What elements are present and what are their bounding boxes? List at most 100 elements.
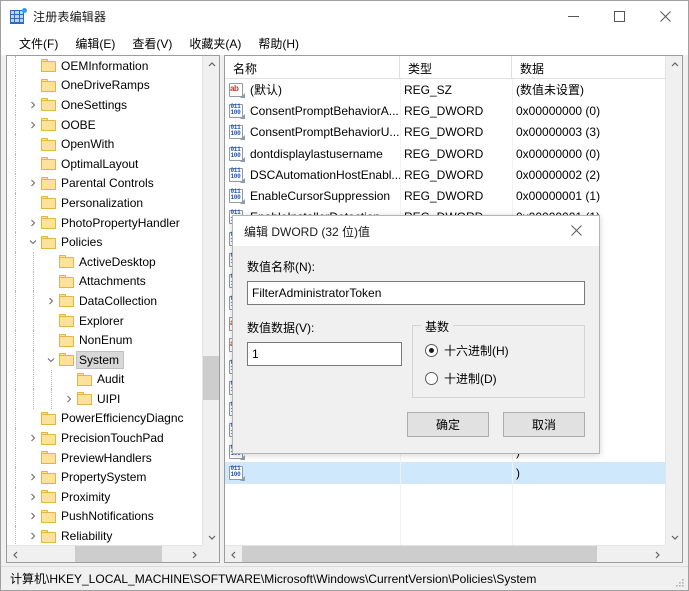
maximize-button[interactable] (596, 1, 642, 32)
menu-view[interactable]: 查看(V) (124, 32, 181, 55)
tree-item-proximity[interactable]: Proximity (7, 487, 202, 507)
list-scroll-left-icon[interactable] (225, 546, 242, 562)
column-header-name[interactable]: 名称 (225, 56, 400, 79)
tree-item-optimallayout[interactable]: OptimalLayout (7, 153, 202, 174)
chevron-right-icon[interactable] (61, 391, 77, 407)
chevron-right-icon[interactable] (43, 293, 59, 309)
tree-item-datacollection[interactable]: DataCollection (7, 291, 202, 311)
tree-item-openwith[interactable]: OpenWith (7, 134, 202, 154)
menu-file[interactable]: 文件(F) (11, 32, 67, 55)
tree-hscroll-thumb[interactable] (75, 546, 162, 562)
table-row[interactable]: 011 100 ConsentPromptBehaviorA... REG_DWORD… (225, 100, 666, 121)
dialog-close-icon[interactable] (554, 216, 599, 245)
radio-decimal[interactable]: 十进制(D) (425, 370, 574, 387)
table-row[interactable]: 011100) (225, 462, 666, 484)
tree-item-onesettings[interactable]: OneSettings (7, 95, 202, 115)
list-vertical-scrollbar[interactable] (665, 56, 682, 545)
tree-item-uipi[interactable]: UIPI (7, 389, 202, 409)
column-header-data[interactable]: 数据 (512, 56, 666, 79)
value-name-cell: EnableCursorSuppression (250, 189, 391, 204)
tree-item-system[interactable]: System (7, 349, 202, 370)
chevron-right-icon[interactable] (25, 175, 41, 191)
tree-item-personalization[interactable]: Personalization (7, 193, 202, 213)
resize-grip-icon[interactable] (673, 576, 685, 588)
list-horizontal-scrollbar[interactable] (225, 545, 665, 562)
cancel-button[interactable]: 取消 (503, 412, 585, 437)
tree-scroll-up-icon[interactable] (203, 56, 219, 73)
menu-edit[interactable]: 编辑(E) (67, 32, 124, 55)
chevron-right-icon[interactable] (25, 469, 41, 485)
list-column-headers: 名称 类型 数据 (225, 56, 666, 79)
table-row[interactable]: 011 100 dontdisplaylastusername REG_DWORD 0x… (225, 143, 666, 164)
tree-item-previewhandlers[interactable]: PreviewHandlers (7, 447, 202, 468)
registry-tree[interactable]: OEMInformation OneDriveRamps OneSettings OO… (7, 56, 202, 545)
chevron-right-icon[interactable] (25, 430, 41, 446)
menu-help[interactable]: 帮助(H) (250, 32, 308, 55)
tree-item-oobe[interactable]: OOBE (7, 114, 202, 135)
table-row[interactable]: ab (默认) REG_SZ (数值未设置) (225, 79, 666, 100)
tree-item-parental-controls[interactable]: Parental Controls (7, 173, 202, 194)
tree-item-label: Parental Controls (61, 176, 154, 191)
tree-vertical-scrollbar[interactable] (202, 56, 219, 545)
window-title: 注册表编辑器 (33, 10, 107, 24)
folder-icon (41, 509, 56, 523)
value-data-label: 数值数据(V): (247, 321, 315, 335)
tree-scroll-thumb[interactable] (203, 356, 219, 400)
radio-hexadecimal-icon[interactable] (425, 344, 438, 357)
tree-item-explorer[interactable]: Explorer (7, 310, 202, 331)
minimize-button[interactable] (550, 1, 596, 32)
radio-decimal-icon[interactable] (425, 372, 438, 385)
tree-item-label: PowerEfficiencyDiagnc (61, 411, 184, 426)
dword-value-icon: 011100 (229, 124, 245, 141)
tree-scroll-right-icon[interactable] (185, 546, 202, 562)
menu-favorites[interactable]: 收藏夹(A) (181, 32, 250, 55)
tree-item-pushnotifications[interactable]: PushNotifications (7, 506, 202, 527)
folder-icon (41, 118, 56, 132)
folder-icon (41, 157, 56, 171)
tree-scroll-down-icon[interactable] (203, 528, 219, 545)
tree-item-audit[interactable]: Audit (7, 369, 202, 390)
tree-item-onedriveramps[interactable]: OneDriveRamps (7, 75, 202, 96)
dialog-body: 数值名称(N): FilterAdministratorToken 数值数据(V… (233, 246, 599, 398)
column-header-type[interactable]: 类型 (400, 56, 512, 79)
tree-scroll-left-icon[interactable] (7, 546, 24, 562)
tree-item-photopropertyhandler[interactable]: PhotoPropertyHandler (7, 212, 202, 233)
tree-item-propertysystem[interactable]: PropertySystem (7, 467, 202, 488)
tree-item-attachments[interactable]: Attachments (7, 271, 202, 292)
chevron-right-icon[interactable] (25, 97, 41, 113)
base-group: 基数 十六进制(H) 十进制(D) (412, 318, 585, 398)
chevron-right-icon[interactable] (25, 508, 41, 524)
tree-item-precisiontouchpad[interactable]: PrecisionTouchPad (7, 428, 202, 448)
tree-horizontal-scrollbar[interactable] (7, 545, 202, 562)
list-scroll-right-icon[interactable] (648, 546, 665, 562)
ok-button[interactable]: 确定 (407, 412, 489, 437)
list-scroll-down-icon[interactable] (666, 528, 682, 545)
chevron-right-icon[interactable] (25, 489, 41, 505)
radio-hexadecimal[interactable]: 十六进制(H) (425, 342, 574, 359)
list-hscroll-thumb[interactable] (242, 546, 597, 562)
folder-icon (59, 333, 74, 347)
chevron-down-icon[interactable] (43, 352, 59, 368)
table-row[interactable]: 011 100 DSCAutomationHostEnabl... REG_DWORD… (225, 164, 666, 185)
table-row[interactable]: 011 100 ConsentPromptBehaviorU... REG_DWORD… (225, 122, 666, 143)
tree-item-powerefficiencydiagnc[interactable]: PowerEfficiencyDiagnc (7, 408, 202, 429)
value-data-input[interactable]: 1 (247, 342, 402, 366)
value-type-cell: REG_DWORD (404, 125, 484, 140)
table-row[interactable]: 011 100 EnableCursorSuppression REG_DWORD 0x… (225, 185, 666, 206)
chevron-down-icon[interactable] (25, 234, 41, 250)
tree-item-reliability[interactable]: Reliability (7, 526, 202, 545)
value-name-cell: (默认) (250, 83, 282, 98)
list-scroll-up-icon[interactable] (666, 56, 682, 73)
chevron-right-icon[interactable] (25, 117, 41, 133)
chevron-right-icon[interactable] (25, 215, 41, 231)
tree-item-nonenum[interactable]: NonEnum (7, 330, 202, 350)
tree-item-oeminformation[interactable]: OEMInformation (7, 56, 202, 76)
tree-item-label: Explorer (79, 313, 124, 328)
tree-item-policies[interactable]: Policies (7, 232, 202, 252)
tree-item-activedesktop[interactable]: ActiveDesktop (7, 251, 202, 272)
close-button[interactable] (642, 1, 688, 32)
value-name-input[interactable]: FilterAdministratorToken (247, 281, 585, 305)
chevron-right-icon[interactable] (25, 528, 41, 544)
